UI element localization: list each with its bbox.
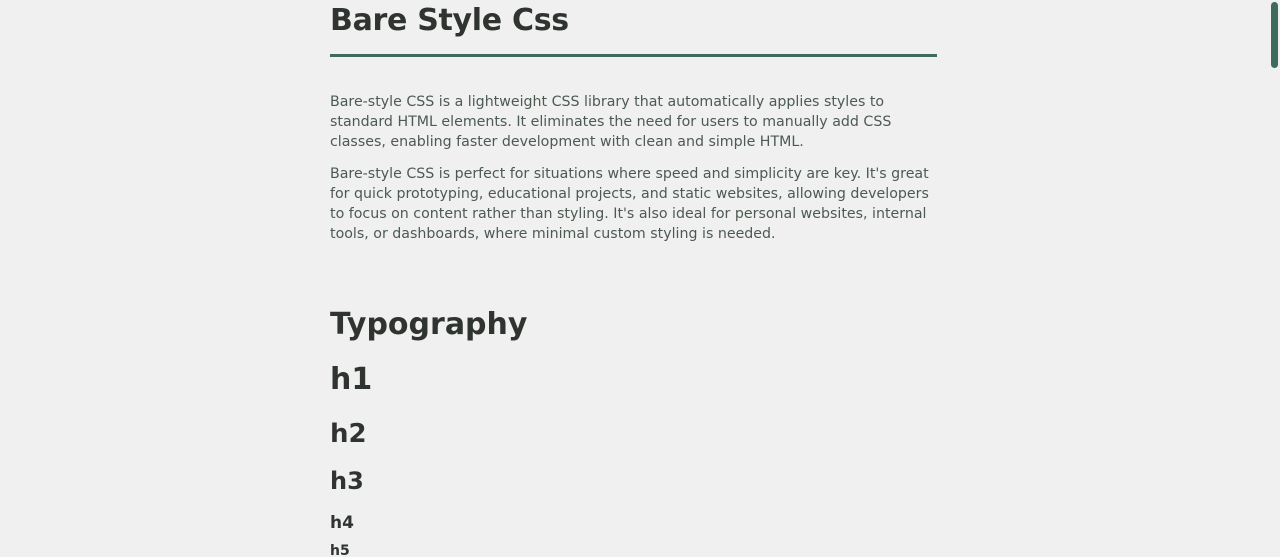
- scrollbar-thumb[interactable]: [1271, 2, 1278, 68]
- h5-sample: h5: [330, 543, 350, 557]
- h3-sample: h3: [330, 467, 364, 495]
- typography-section: Typography h1 h2 h3 h4 h5: [330, 0, 937, 557]
- h4-sample: h4: [330, 513, 354, 533]
- h2-sample: h2: [330, 419, 367, 449]
- typography-heading: Typography: [330, 307, 528, 342]
- page-scrollbar[interactable]: [1270, 0, 1280, 557]
- h1-sample: h1: [330, 362, 373, 397]
